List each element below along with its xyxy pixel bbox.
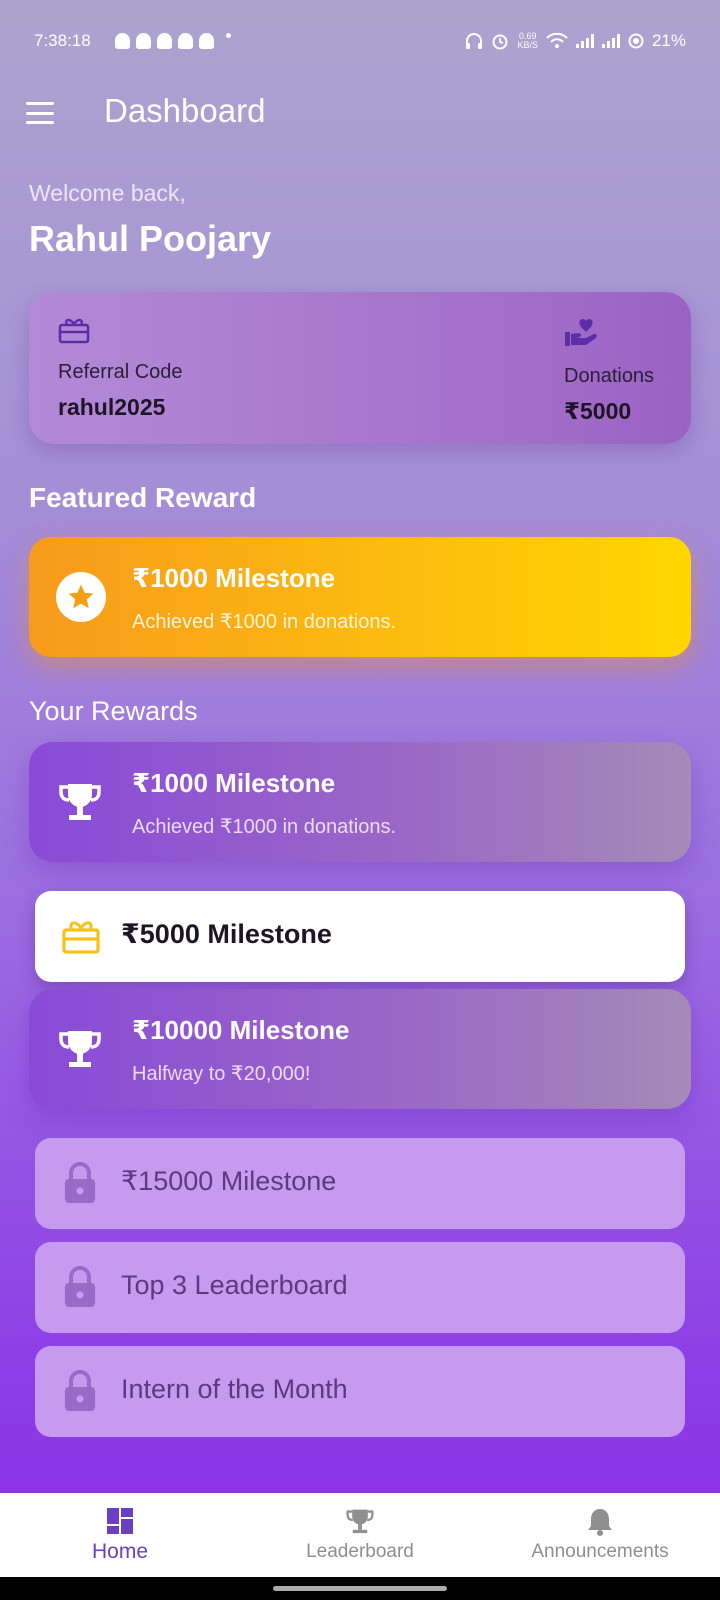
- lock-icon: [65, 1266, 95, 1307]
- headphones-icon: [466, 33, 483, 49]
- referral-donations-card: Referral Code rahul2025 Donations ₹5000: [29, 292, 691, 444]
- app-bar: Dashboard: [0, 82, 720, 144]
- reward-title: ₹10000 Milestone: [132, 1015, 350, 1045]
- lock-icon: [65, 1370, 95, 1411]
- featured-reward-title: ₹1000 Milestone: [132, 563, 336, 593]
- page-title: Dashboard: [104, 92, 266, 129]
- nav-announcements-label: Announcements: [531, 1541, 669, 1562]
- locked-reward-card[interactable]: Top 3 Leaderboard: [35, 1242, 685, 1333]
- your-rewards-heading: Your Rewards: [29, 696, 198, 726]
- gesture-handle[interactable]: [273, 1586, 447, 1591]
- featured-reward-heading: Featured Reward: [29, 482, 257, 513]
- snapchat-icon: [156, 33, 172, 49]
- signal-icon: [575, 34, 594, 48]
- trophy-icon: [346, 1509, 374, 1534]
- snapchat-icon: [177, 33, 193, 49]
- reward-title: ₹1000 Milestone: [132, 768, 336, 798]
- locked-reward-title: ₹15000 Milestone: [121, 1166, 337, 1196]
- gift-icon: [62, 921, 100, 954]
- wifi-icon: [546, 33, 568, 48]
- nav-home-label: Home: [91, 1540, 149, 1563]
- menu-icon: [26, 102, 54, 105]
- snapchat-icon: [114, 33, 130, 49]
- status-bar: 7:38:18 0.69 KB/S 21%: [0, 0, 720, 82]
- menu-button[interactable]: [26, 102, 54, 124]
- welcome-greeting: Welcome back,: [29, 180, 186, 206]
- status-left: 7:38:18: [34, 31, 231, 51]
- featured-reward-subtitle: Achieved ₹1000 in donations.: [132, 611, 397, 633]
- system-navigation-bar: [0, 1577, 720, 1600]
- locked-reward-title: Top 3 Leaderboard: [121, 1270, 348, 1300]
- locked-reward-card[interactable]: ₹15000 Milestone: [35, 1138, 685, 1229]
- donations-label: Donations: [564, 365, 655, 387]
- next-reward-title: ₹5000 Milestone: [121, 919, 332, 949]
- donations-block: Donations ₹5000: [564, 316, 654, 425]
- more-notifications-dot-icon: [225, 33, 231, 38]
- snapchat-icon: [198, 33, 214, 49]
- nav-leaderboard-label: Leaderboard: [306, 1541, 414, 1562]
- gift-icon: [58, 318, 90, 344]
- referral-label: Referral Code: [58, 361, 183, 383]
- next-reward-card[interactable]: ₹5000 Milestone: [35, 891, 685, 982]
- bell-icon: [588, 1509, 612, 1536]
- trophy-icon: [59, 784, 101, 820]
- reward-subtitle: Halfway to ₹20,000!: [132, 1063, 311, 1085]
- nav-home[interactable]: Home: [0, 1493, 240, 1577]
- alarm-icon: [492, 34, 508, 50]
- featured-reward-card[interactable]: ₹1000 Milestone Achieved ₹1000 in donati…: [29, 537, 691, 657]
- locked-reward-title: Intern of the Month: [121, 1374, 348, 1404]
- bottom-navigation: Home Leaderboard Announcements: [0, 1493, 720, 1577]
- lock-icon: [65, 1162, 95, 1203]
- network-speed: 0.69 KB/S: [517, 31, 538, 50]
- reward-subtitle: Achieved ₹1000 in donations.: [132, 816, 397, 838]
- nav-leaderboard[interactable]: Leaderboard: [240, 1493, 480, 1577]
- dashboard-icon: [107, 1508, 133, 1534]
- status-time: 7:38:18: [34, 31, 91, 50]
- star-icon: [56, 572, 106, 622]
- nav-announcements[interactable]: Announcements: [480, 1493, 720, 1577]
- donations-amount: ₹5000: [564, 398, 632, 424]
- referral-block: Referral Code rahul2025: [58, 316, 183, 421]
- reward-card-achieved[interactable]: ₹1000 Milestone Achieved ₹1000 in donati…: [29, 742, 691, 862]
- status-right: 0.69 KB/S 21%: [465, 31, 686, 51]
- battery-percent: 21%: [651, 31, 686, 50]
- trophy-icon: [59, 1031, 101, 1067]
- reward-card-achieved[interactable]: ₹10000 Milestone Halfway to ₹20,000!: [29, 989, 691, 1109]
- notification-icons: [114, 33, 231, 49]
- donation-hand-heart-icon: [565, 319, 597, 346]
- signal-icon: [601, 34, 620, 48]
- user-name: Rahul Poojary: [29, 218, 272, 259]
- referral-code[interactable]: rahul2025: [58, 394, 183, 421]
- battery-saver-icon: [628, 33, 644, 49]
- locked-reward-card[interactable]: Intern of the Month: [35, 1346, 685, 1437]
- snapchat-icon: [135, 33, 151, 49]
